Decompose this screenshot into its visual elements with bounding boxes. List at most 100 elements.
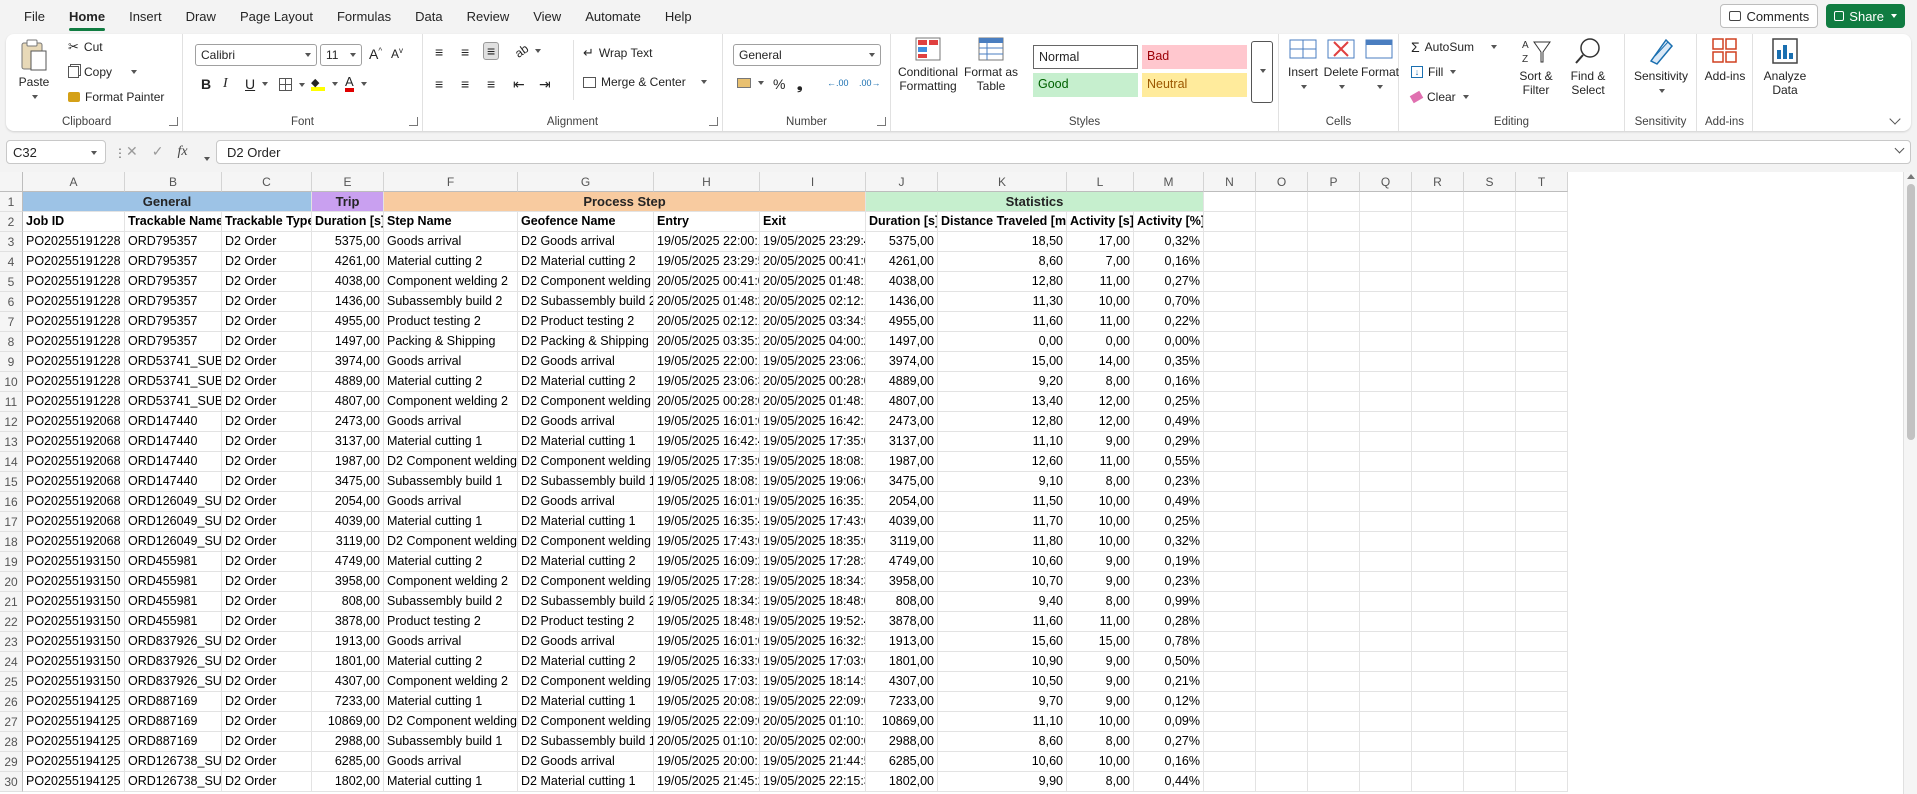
row-header[interactable]: 28 [0,732,23,752]
grid-cell[interactable]: 0,27% [1134,732,1204,752]
grid-cell[interactable]: 19/05/2025 16:32:54 [760,632,866,652]
grid-cell[interactable] [1360,232,1412,252]
grid-cell[interactable]: D2 Order [222,712,312,732]
grid-cell[interactable]: D2 Order [222,732,312,752]
grid-cell[interactable]: 19/05/2025 16:35:15 [760,492,866,512]
grid-cell[interactable]: D2 Order [222,632,312,652]
grid-cell[interactable]: D2 Order [222,472,312,492]
grid-cell[interactable]: 19/05/2025 16:01:01 [654,632,760,652]
grid-cell[interactable] [1412,732,1464,752]
font-family-select[interactable]: Calibri [195,44,317,66]
grid-cell[interactable] [1308,532,1360,552]
grid-cell[interactable] [1464,252,1516,272]
grid-cell[interactable]: PO20255192068 [23,512,125,532]
grid-cell[interactable] [1516,592,1568,612]
top-align-button[interactable]: ≡ [435,44,443,60]
grid-cell[interactable]: 19/05/2025 17:28:37 [760,552,866,572]
grid-cell[interactable]: Goods arrival [384,632,518,652]
grid-cell[interactable]: D2 Material cutting 1 [518,692,654,712]
grid-cell[interactable]: 0,23% [1134,472,1204,492]
grid-cell[interactable]: 2473,00 [866,412,938,432]
grid-cell[interactable]: 1801,00 [312,652,384,672]
grid-cell[interactable] [1256,672,1308,692]
grid-cell[interactable]: Material cutting 1 [384,432,518,452]
grid-cell[interactable]: ORD795357 [125,252,222,272]
grid-cell[interactable] [1256,492,1308,512]
grid-cell[interactable]: PO20255193150 [23,652,125,672]
scroll-thumb[interactable] [1907,184,1915,440]
select-all-corner[interactable] [0,172,23,192]
grid-cell[interactable] [1308,772,1360,792]
grid-cell[interactable]: PO20255192068 [23,532,125,552]
menu-tab-review[interactable]: Review [457,5,520,28]
menu-tab-file[interactable]: File [14,5,55,28]
cancel-icon[interactable]: ✕ [126,143,138,160]
grid-cell[interactable]: 11,00 [1067,612,1134,632]
grid-cell[interactable] [1412,552,1464,572]
grid-cell[interactable] [1516,312,1568,332]
grid-cell[interactable] [1516,652,1568,672]
grid-cell[interactable] [1412,692,1464,712]
grid-cell[interactable]: 20/05/2025 00:28:09 [654,392,760,412]
row-header[interactable]: 16 [0,492,23,512]
grid-cell[interactable]: ORD126049_SUB [125,512,222,532]
grid-cell[interactable]: D2 Component welding 1 [518,532,654,552]
grid-cell[interactable]: ORD837926_SUB [125,652,222,672]
column-header-q[interactable]: Q [1360,172,1412,192]
grid-cell[interactable]: 20/05/2025 01:48:16 [760,392,866,412]
align-right-button[interactable]: ≡ [487,76,495,92]
grid-cell[interactable] [1256,232,1308,252]
grid-cell[interactable] [1516,352,1568,372]
grid-cell[interactable]: ORD795357 [125,332,222,352]
grid-cell[interactable]: ORD795357 [125,232,222,252]
row-header[interactable]: 7 [0,312,23,332]
grid-cell[interactable]: 4807,00 [866,392,938,412]
grid-cell[interactable]: 19/05/2025 18:35:05 [760,532,866,552]
grid-cell[interactable]: 15,60 [938,632,1067,652]
grid-cell[interactable] [1308,412,1360,432]
grid-cell[interactable]: 3958,00 [312,572,384,592]
grid-cell[interactable] [1256,772,1308,792]
grid-cell[interactable] [1516,472,1568,492]
grid-cell[interactable]: 7233,00 [312,692,384,712]
grid-cell[interactable]: 10,60 [938,552,1067,572]
grid-cell[interactable] [1360,332,1412,352]
menu-tab-help[interactable]: Help [655,5,702,28]
grid-cell[interactable] [1412,212,1464,232]
grid-cell[interactable]: 19/05/2025 19:06:07 [760,472,866,492]
grid-cell[interactable]: D2 Subassembly build 1 [518,732,654,752]
grid-cell[interactable]: 0,50% [1134,652,1204,672]
grid-cell[interactable]: 19/05/2025 16:09:28 [654,552,760,572]
grid-cell[interactable] [1308,212,1360,232]
header-cell[interactable]: Trackable Name [125,212,222,232]
orientation-button[interactable]: ab [512,41,542,61]
grid-cell[interactable]: ORD887169 [125,692,222,712]
header-cell[interactable]: Distance Traveled [m] [938,212,1067,232]
grid-cell[interactable]: 8,00 [1067,592,1134,612]
grid-cell[interactable]: 15,00 [1067,632,1134,652]
grid-cell[interactable]: PO20255191228 [23,312,125,332]
grid-cell[interactable]: 4039,00 [866,512,938,532]
grid-cell[interactable] [1308,472,1360,492]
grid-cell[interactable]: D2 Order [222,332,312,352]
italic-button[interactable]: I [223,76,228,92]
row-header[interactable]: 3 [0,232,23,252]
grid-cell[interactable] [1360,572,1412,592]
grid-cell[interactable]: 12,60 [938,452,1067,472]
grid-cell[interactable]: D2 Goods arrival [518,232,654,252]
column-header-i[interactable]: I [760,172,866,192]
grid-cell[interactable]: 19/05/2025 16:01:01 [654,492,760,512]
grid-cell[interactable]: PO20255191228 [23,292,125,312]
grid-cell[interactable]: D2 Order [222,772,312,792]
grid-cell[interactable] [1516,272,1568,292]
grid-cell[interactable] [1204,332,1256,352]
row-header[interactable]: 10 [0,372,23,392]
grid-cell[interactable] [1464,392,1516,412]
grid-cell[interactable]: D2 Component welding 1 [384,712,518,732]
grid-cell[interactable] [1464,752,1516,772]
grid-cell[interactable]: 0,12% [1134,692,1204,712]
grid-cell[interactable] [1360,432,1412,452]
grid-cell[interactable]: ORD126049_SUB [125,492,222,512]
grid-cell[interactable] [1464,712,1516,732]
grid-cell[interactable]: PO20255192068 [23,472,125,492]
